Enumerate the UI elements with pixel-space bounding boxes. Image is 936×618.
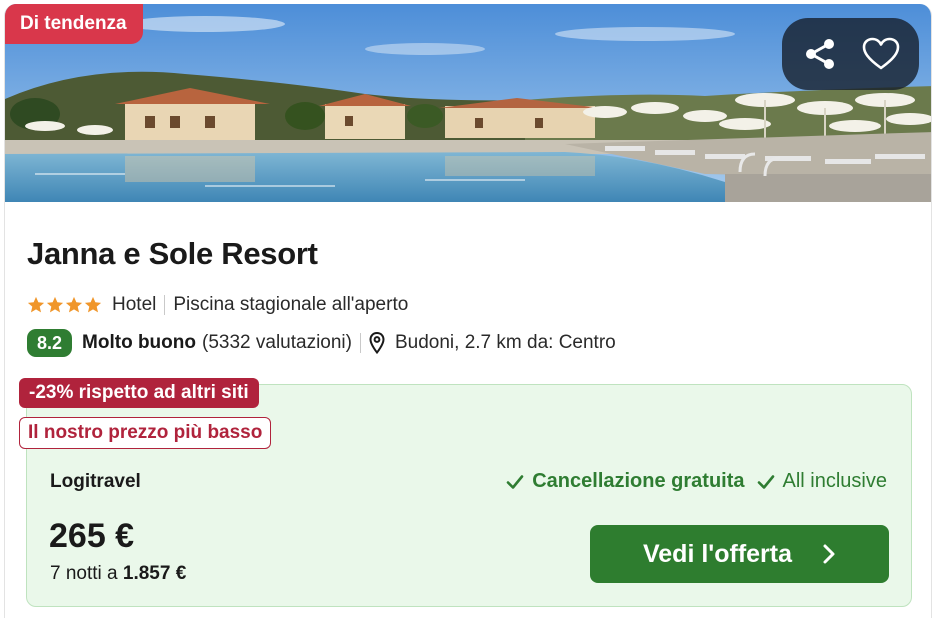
chevron-right-icon <box>823 544 835 564</box>
divider <box>359 333 361 353</box>
offer-price: 265 € <box>49 517 135 555</box>
star-icon <box>46 296 64 313</box>
rating-score-badge: 8.2 <box>27 329 73 357</box>
total-prefix: 7 notti a <box>50 563 118 584</box>
hotel-card[interactable]: Di tendenza Janna e Sole Resort Hotel Pi… <box>4 4 932 618</box>
offer-features: Cancellazione gratuita All inclusive <box>506 470 887 493</box>
feature-all-inclusive: All inclusive <box>757 470 887 493</box>
view-offer-button[interactable]: Vedi l'offerta <box>590 525 889 583</box>
hotel-amenity: Piscina stagionale all'aperto <box>173 294 409 315</box>
total-value: 1.857 € <box>122 563 187 584</box>
check-icon <box>506 474 524 490</box>
photo-actions <box>782 18 919 90</box>
location-pin-icon <box>369 332 385 354</box>
hotel-location[interactable]: Budoni, 2.7 km da: Centro <box>395 332 616 354</box>
feature-label: All inclusive <box>782 470 887 492</box>
lowest-price-tag: Il nostro prezzo più basso <box>19 417 272 449</box>
check-icon <box>757 474 775 490</box>
discount-tag: -23% rispetto ad altri siti <box>19 378 259 408</box>
hotel-photo[interactable]: Di tendenza <box>5 4 931 202</box>
share-icon[interactable] <box>800 34 840 74</box>
review-count[interactable]: (5332 valutazioni) <box>202 332 352 354</box>
star-icon <box>65 296 83 313</box>
feature-label: Cancellazione gratuita <box>532 470 745 492</box>
star-rating <box>27 296 102 314</box>
hotel-type: Hotel <box>112 294 157 315</box>
hotel-name[interactable]: Janna e Sole Resort <box>27 236 318 272</box>
feature-free-cancellation: Cancellazione gratuita <box>506 470 756 493</box>
rating-location-row: 8.2 Molto buono (5332 valutazioni) Budon… <box>27 328 616 358</box>
star-icon <box>84 296 102 313</box>
offer-provider: Logitravel <box>50 471 141 492</box>
rating-label: Molto buono <box>82 332 196 353</box>
divider <box>164 295 166 315</box>
trending-badge: Di tendenza <box>5 4 143 44</box>
view-offer-label: Vedi l'offerta <box>642 539 793 568</box>
hotel-category-row: Hotel Piscina stagionale all'aperto <box>27 292 408 318</box>
star-icon <box>27 296 45 313</box>
heart-outline-icon[interactable] <box>861 34 901 74</box>
offer-total: 7 notti a 1.857 € <box>50 563 186 585</box>
